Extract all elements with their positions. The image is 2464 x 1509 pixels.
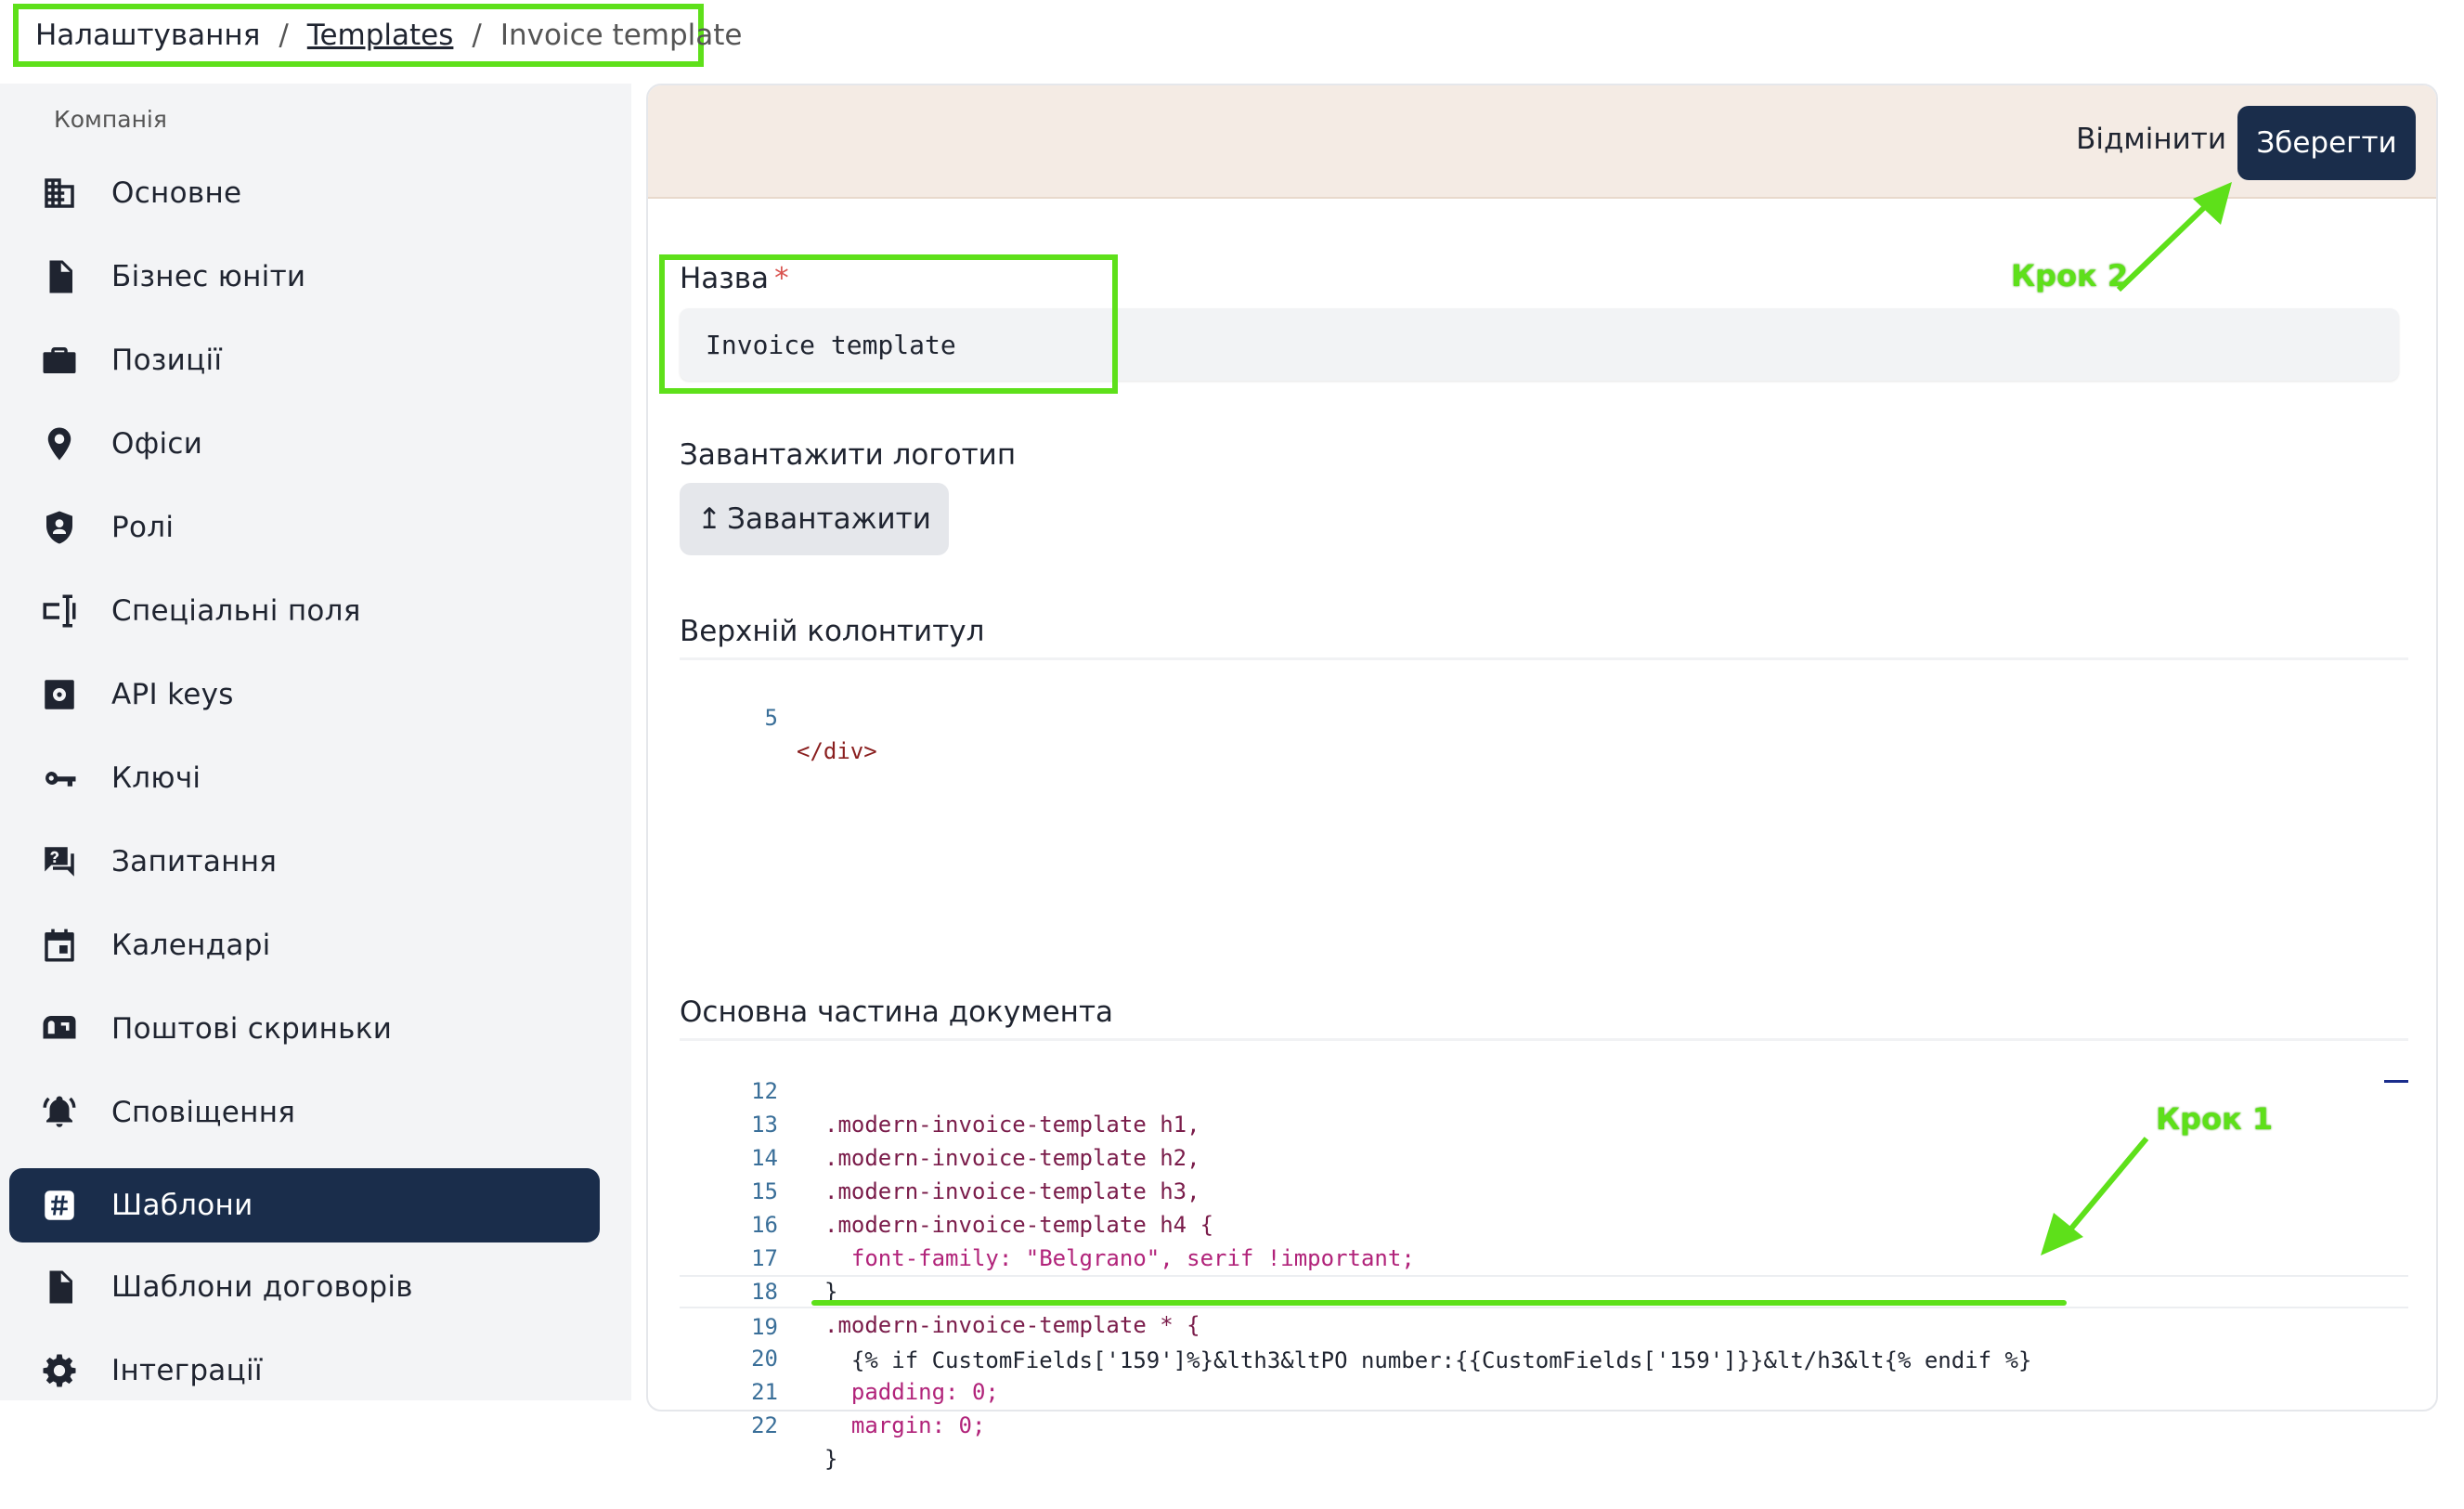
building-icon xyxy=(39,173,80,214)
location-pin-icon xyxy=(39,423,80,464)
sidebar-item-positions[interactable]: Позиції xyxy=(9,323,600,397)
code-line: 22 } xyxy=(680,1375,2408,1472)
sidebar-item-business-units[interactable]: Бізнес юніти xyxy=(9,240,600,314)
sidebar-item-calendars[interactable]: Календарі xyxy=(9,908,600,982)
logo-upload-label: Завантажити логотип xyxy=(680,438,1017,472)
breadcrumb-separator: / xyxy=(472,19,482,52)
sidebar-item-label: Запитання xyxy=(111,845,278,878)
code-line: 18 .modern-invoice-template * { xyxy=(680,1242,2408,1338)
code-line: 14 .modern-invoice-template h3, xyxy=(680,1108,2408,1204)
cancel-button[interactable]: Відмінити xyxy=(2076,123,2226,156)
code-line: 13 .modern-invoice-template h2, xyxy=(680,1074,2408,1171)
sidebar-item-mailboxes[interactable]: Поштові скриньки xyxy=(9,992,600,1066)
upload-button-label: Завантажити xyxy=(727,502,931,536)
sidebar-item-templates[interactable]: Шаблони xyxy=(9,1168,600,1242)
breadcrumb-templates-link[interactable]: Templates xyxy=(307,19,454,52)
key-icon xyxy=(39,758,80,799)
sidebar-item-label: Інтеграції xyxy=(111,1354,263,1387)
briefcase-icon xyxy=(39,340,80,381)
file-icon xyxy=(39,1267,80,1307)
sidebar-item-label: Поштові скриньки xyxy=(111,1012,393,1046)
mailbox-icon xyxy=(39,1008,80,1049)
code-line: 20 padding: 0; xyxy=(680,1308,2408,1405)
question-chat-icon xyxy=(39,841,80,882)
line-number: 5 xyxy=(764,705,778,731)
save-button[interactable]: Зберегти xyxy=(2237,106,2416,180)
sidebar-item-label: Шаблони xyxy=(111,1189,253,1222)
api-gear-icon xyxy=(39,674,80,715)
sidebar: Компанія Основне Бізнес юніти Позиції Оф… xyxy=(0,84,631,1400)
breadcrumb-current: Invoice template xyxy=(499,19,743,52)
sidebar-item-label: Позиції xyxy=(111,344,223,377)
sidebar-item-offices[interactable]: Офіси xyxy=(9,407,600,481)
header-label: Верхній колонтитул xyxy=(680,615,985,648)
body-code-editor[interactable]: 12 .modern-invoice-template h1, 13 .mode… xyxy=(680,1038,2408,1472)
code-line: 17 } xyxy=(680,1208,2408,1305)
sidebar-item-keys[interactable]: Ключі xyxy=(9,741,600,815)
code-text: } xyxy=(824,1446,838,1472)
sidebar-item-label: Сповіщення xyxy=(111,1096,296,1129)
sidebar-item-general[interactable]: Основне xyxy=(9,156,600,230)
sidebar-item-roles[interactable]: Ролі xyxy=(9,490,600,565)
body-label: Основна частина документа xyxy=(680,995,1113,1029)
code-line: 16 font-family: "Belgrano", serif !impor… xyxy=(680,1175,2408,1271)
code-line: 12 .modern-invoice-template h1, xyxy=(680,1041,2408,1138)
sidebar-item-integrations[interactable]: Інтеграції xyxy=(9,1333,600,1408)
upload-icon: ↥ xyxy=(697,502,722,536)
step1-underline xyxy=(811,1300,2067,1306)
code-text: margin: 0; xyxy=(824,1412,986,1438)
sidebar-item-api-keys[interactable]: API keys xyxy=(9,657,600,732)
code-token: </div> xyxy=(797,738,877,764)
sidebar-item-contract-templates[interactable]: Шаблони договорів xyxy=(9,1250,600,1324)
calendar-icon xyxy=(39,925,80,966)
breadcrumb-root[interactable]: Налаштування xyxy=(35,19,260,52)
gear-icon xyxy=(39,1350,80,1391)
sidebar-item-label: Офіси xyxy=(111,427,203,461)
sidebar-item-questions[interactable]: Запитання xyxy=(9,825,600,899)
sidebar-item-notifications[interactable]: Сповіщення xyxy=(9,1075,600,1150)
breadcrumb: Налаштування / Templates / Invoice templ… xyxy=(13,4,742,67)
sidebar-item-label: Бізнес юніти xyxy=(111,260,306,293)
step1-label: Крок 1 xyxy=(2156,1101,2274,1137)
sidebar-item-label: Календарі xyxy=(111,929,271,962)
code-line: 5 </div> xyxy=(680,668,2408,764)
step2-label: Крок 2 xyxy=(2011,258,2129,293)
custom-field-icon xyxy=(39,591,80,631)
upload-logo-button[interactable]: ↥ Завантажити xyxy=(680,483,949,555)
sidebar-item-custom-fields[interactable]: Спеціальні поля xyxy=(9,574,600,648)
main-panel: Відмінити Зберегти Назва * Invoice templa… xyxy=(646,84,2438,1472)
document-icon xyxy=(39,256,80,297)
scroll-marker xyxy=(2384,1080,2408,1083)
breadcrumb-separator: / xyxy=(279,19,289,52)
sidebar-item-label: Ключі xyxy=(111,761,201,795)
line-number: 22 xyxy=(751,1412,778,1438)
bell-icon xyxy=(39,1092,80,1133)
shield-icon xyxy=(39,507,80,548)
header-code-editor[interactable]: 5 </div> xyxy=(680,657,2408,1032)
sidebar-item-label: Ролі xyxy=(111,511,175,544)
code-line: 15 .modern-invoice-template h4 { xyxy=(680,1141,2408,1238)
sidebar-item-label: Шаблони договорів xyxy=(111,1270,413,1304)
hash-icon xyxy=(39,1185,80,1226)
action-bar: Відмінити Зберегти xyxy=(648,85,2436,199)
sidebar-group-label: Компанія xyxy=(54,106,167,133)
code-text: </div> xyxy=(797,735,877,768)
sidebar-item-label: Спеціальні поля xyxy=(111,594,361,628)
code-line: 21 margin: 0; xyxy=(680,1342,2408,1438)
sidebar-item-label: API keys xyxy=(111,678,234,711)
sidebar-item-label: Основне xyxy=(111,176,242,210)
name-highlight-box xyxy=(659,254,1118,394)
